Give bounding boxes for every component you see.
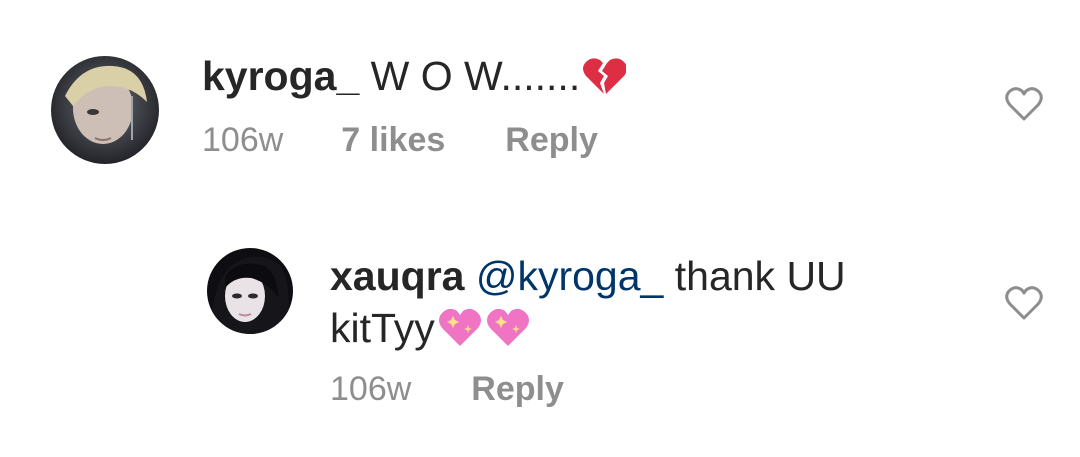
sparkling-heart-icon: [485, 306, 531, 360]
comment-timestamp: 106w: [202, 121, 284, 159]
sparkling-heart-icon: [437, 306, 483, 360]
comment-body: W O W.......: [370, 53, 581, 99]
comment-text: xauqra @kyroga_ thank UU kitTyy: [330, 250, 890, 360]
broken-heart-icon: [582, 56, 628, 108]
avatar[interactable]: [207, 248, 293, 334]
comment-meta: 106w 7 likes Reply: [202, 121, 598, 160]
comment-text: kyroga_ W O W.......: [202, 50, 962, 108]
reply-button[interactable]: Reply: [471, 370, 564, 409]
comment: kyroga_ W O W....... 106w 7 likes Reply: [0, 0, 1080, 200]
comment-timestamp: 106w: [330, 370, 412, 408]
avatar[interactable]: [51, 56, 159, 164]
reply-comment: xauqra @kyroga_ thank UU kitTyy 106w Repl…: [0, 230, 1080, 450]
like-heart-icon[interactable]: [1004, 285, 1044, 321]
likes-count[interactable]: 7 likes: [341, 121, 445, 160]
like-heart-icon[interactable]: [1004, 86, 1044, 122]
reply-button[interactable]: Reply: [505, 121, 598, 160]
comment-username[interactable]: kyroga_: [202, 53, 359, 99]
comment-username[interactable]: xauqra: [330, 253, 464, 299]
comment-meta: 106w Reply: [330, 370, 564, 409]
mention-link[interactable]: @kyroga_: [476, 253, 663, 299]
